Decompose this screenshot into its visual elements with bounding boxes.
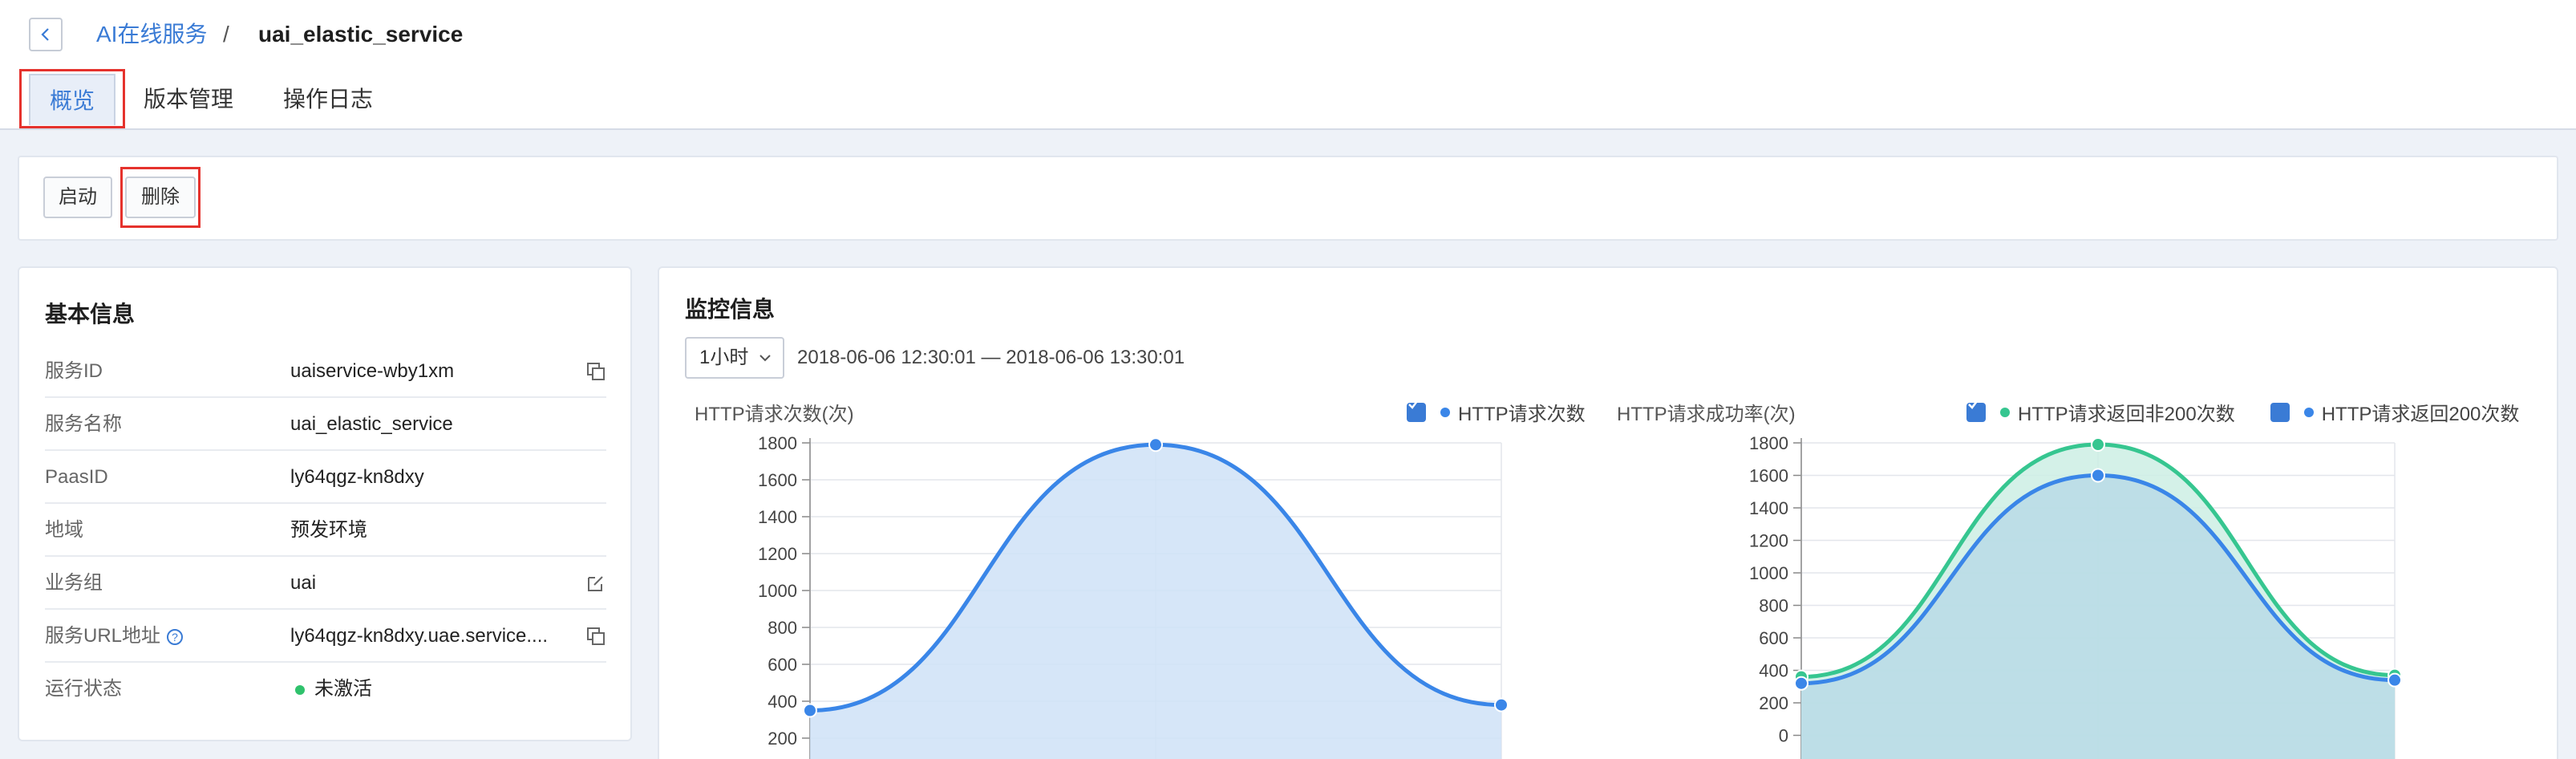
info-row-run-status: 运行状态 未激活 xyxy=(45,663,606,716)
y-tick-label: 600 xyxy=(768,655,797,675)
info-row-service-url: 服务URL地址? ly64qgz-kn8dxy.uae.service.... xyxy=(45,610,606,663)
info-label-text: 服务URL地址 xyxy=(45,625,161,647)
info-label: 运行状态 xyxy=(45,678,122,700)
info-row-paas-id: PaasID ly64qgz-kn8dxy xyxy=(45,451,606,504)
data-point xyxy=(2388,672,2402,688)
info-label: 地域 xyxy=(45,519,83,541)
chart-http-success: HTTP请求成功率(次) HTTP请求返回非200次数 HTTP请求返回200次… xyxy=(1598,388,2557,759)
info-value: uaiservice-wby1xm xyxy=(290,360,455,382)
info-label: 服务URL地址? xyxy=(45,610,184,663)
chart-plot-area: 1800 1600 1400 1200 1000 800 600 400 200 0 xyxy=(1749,433,2402,759)
breadcrumb-current: uai_elastic_service xyxy=(258,22,464,47)
info-row-service-name: 服务名称 uai_elastic_service xyxy=(45,398,606,451)
y-tick-label: 1400 xyxy=(758,507,797,527)
data-point xyxy=(2091,468,2105,483)
delete-button[interactable]: 删除 xyxy=(125,177,196,218)
y-tick-label: 800 xyxy=(768,618,797,638)
tab-overview[interactable]: 概览 xyxy=(29,74,115,125)
series-area xyxy=(1801,475,2395,759)
info-label: 业务组 xyxy=(45,572,103,594)
info-value: uai_elastic_service xyxy=(290,413,453,435)
data-point xyxy=(1794,676,1808,691)
top-bar: AI在线服务 / uai_elastic_service 概览 版本管理 操作日… xyxy=(0,0,2576,130)
time-range-select-value: 1小时 xyxy=(699,347,749,368)
y-tick-label: 1400 xyxy=(1749,498,1788,518)
y-tick-label: 600 xyxy=(1759,628,1788,648)
back-button[interactable] xyxy=(29,18,63,51)
breadcrumb-parent-link[interactable]: AI在线服务 xyxy=(96,19,207,50)
info-row-business-group: 业务组 uai xyxy=(45,557,606,610)
monitor-title: 监控信息 xyxy=(685,297,776,322)
status-dot-icon xyxy=(295,684,305,695)
info-label: PaasID xyxy=(45,466,108,488)
data-point xyxy=(1494,697,1509,712)
y-tick-label: 800 xyxy=(1759,596,1788,616)
y-tick-label: 200 xyxy=(1759,693,1788,713)
y-tick-label: 200 xyxy=(768,729,797,749)
info-value: uai xyxy=(290,572,317,594)
y-tick-label: 1200 xyxy=(758,544,797,564)
time-range-select[interactable]: 1小时 xyxy=(685,337,784,379)
info-value: 预发环境 xyxy=(290,519,367,541)
copy-icon[interactable] xyxy=(585,361,606,382)
time-range-text: 2018-06-06 12:30:01 — 2018-06-06 13:30:0… xyxy=(797,347,1185,368)
info-row-service-id: 服务ID uaiservice-wby1xm xyxy=(45,345,606,398)
y-tick-label: 0 xyxy=(1779,726,1788,746)
status-badge: 未激活 xyxy=(295,663,372,716)
status-text: 未激活 xyxy=(314,678,372,700)
info-value: ly64qgz-kn8dxy xyxy=(290,466,424,488)
y-tick-label: 1800 xyxy=(758,433,797,453)
chevron-down-icon xyxy=(759,355,771,362)
y-tick-label: 400 xyxy=(768,692,797,712)
y-tick-label: 1000 xyxy=(1749,563,1788,583)
data-point xyxy=(2091,437,2105,453)
chart-plot-area: 1800 1600 1400 1200 1000 800 600 400 200 xyxy=(758,433,1509,759)
y-tick-label: 1600 xyxy=(1749,466,1788,486)
basic-info-card: 基本信息 服务ID uaiservice-wby1xm 服务名称 uai_ela… xyxy=(18,266,632,741)
y-tick-label: 1800 xyxy=(1749,433,1788,453)
action-bar: 启动 删除 xyxy=(18,156,2558,241)
start-button[interactable]: 启动 xyxy=(43,177,112,218)
breadcrumb-separator: / xyxy=(223,22,229,47)
edit-icon[interactable] xyxy=(585,573,606,594)
monitor-card: 监控信息 1小时 2018-06-06 12:30:01 — 2018-06-0… xyxy=(658,266,2558,759)
tab-operation-log[interactable]: 操作日志 xyxy=(276,74,380,125)
y-tick-label: 1600 xyxy=(758,470,797,490)
info-label: 服务名称 xyxy=(45,413,122,435)
copy-icon[interactable] xyxy=(585,626,606,647)
y-tick-label: 1000 xyxy=(758,581,797,601)
tab-version-management[interactable]: 版本管理 xyxy=(136,74,241,125)
info-label: 服务ID xyxy=(45,360,103,382)
basic-info-title: 基本信息 xyxy=(45,302,136,327)
info-value: ly64qgz-kn8dxy.uae.service.... xyxy=(290,625,549,647)
series-area xyxy=(810,444,1501,759)
y-tick-label: 1200 xyxy=(1749,531,1788,551)
chart-http-requests: HTTP请求次数(次) HTTP请求次数 1800 1600 1400 1200 100… xyxy=(659,388,1590,759)
y-tick-label: 400 xyxy=(1759,661,1788,681)
info-row-region: 地域 预发环境 xyxy=(45,504,606,557)
chevron-left-icon xyxy=(41,28,49,41)
data-point xyxy=(803,703,817,718)
data-point xyxy=(1148,437,1163,453)
help-icon[interactable]: ? xyxy=(167,628,184,645)
